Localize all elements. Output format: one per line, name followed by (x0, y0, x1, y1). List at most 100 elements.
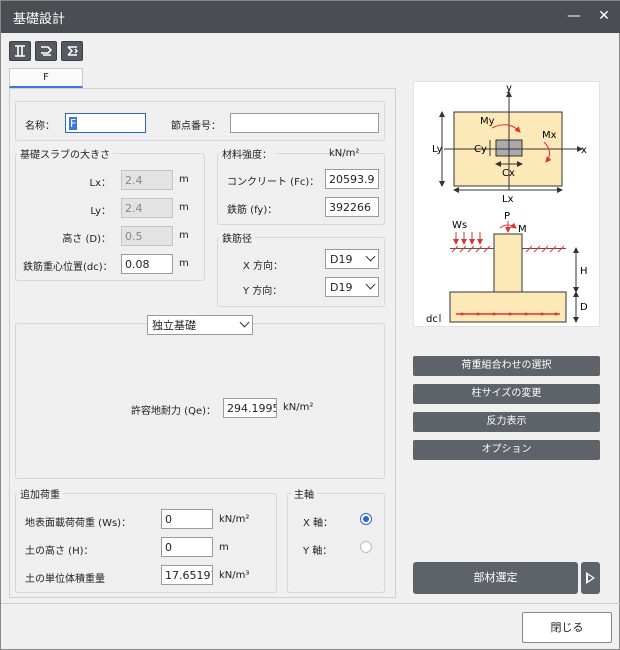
foundation-type-group (15, 323, 385, 479)
rebar-dot-4 (508, 312, 512, 316)
column-icon (15, 45, 25, 57)
rebar-y-label: Y 方向： (243, 286, 283, 297)
dc-text: dc (426, 314, 438, 325)
h-text: H (580, 266, 588, 277)
rebar-y-select[interactable]: D19 (325, 277, 379, 297)
foundation-design-window: 基礎設計 — ✕ F 名称： F 節点番号： 基礎スラブの大きさ Lx： 2.4… (0, 0, 620, 650)
rebar-dot-2 (476, 312, 480, 316)
section-icon (67, 46, 79, 56)
chevron-down-icon (365, 251, 376, 262)
soil-height-label: 土の高さ (H)： (25, 546, 94, 557)
reaction-display-button[interactable]: 反力表示 (413, 412, 600, 432)
beam-tool-button[interactable] (35, 41, 57, 61)
dc-input[interactable]: 0.08 (121, 254, 173, 274)
lx-input[interactable]: 2.4 (121, 170, 173, 190)
rebar-fy-input[interactable]: 392266 (325, 197, 379, 217)
rebar-dot-5 (524, 312, 528, 316)
ly-unit: m (179, 202, 189, 213)
soil-height-input[interactable]: 0 (161, 537, 213, 557)
window-title: 基礎設計 (13, 12, 66, 27)
lx-label: Lx： (89, 178, 112, 189)
close-button[interactable]: 閉じる (522, 612, 612, 643)
lx-unit: m (179, 174, 189, 185)
x-axis-text: x (581, 145, 587, 156)
play-button[interactable] (581, 562, 600, 594)
mx-text: Mx (542, 130, 557, 141)
rebar-y-value: D19 (330, 281, 353, 294)
surface-load-unit: kN/m² (219, 514, 250, 525)
rebar-diameter-title: 鉄筋径 (219, 230, 255, 245)
allowable-bearing-unit: kN/m² (283, 402, 314, 413)
soil-weight-unit: kN/m³ (219, 570, 250, 581)
slab-size-title: 基礎スラブの大きさ (17, 146, 113, 161)
x-axis-label: X 軸： (303, 518, 334, 529)
d-text: D (580, 302, 588, 313)
close-window-button[interactable]: ✕ (595, 7, 613, 25)
soil-weight-label: 土の単位体積重量 (25, 574, 105, 585)
column-size-button[interactable]: 柱サイズの変更 (413, 384, 600, 404)
allowable-bearing-label: 許容地耐力 (Qe)： (131, 406, 217, 417)
soil-weight-input[interactable]: 17.65197 (161, 565, 213, 585)
tab-f[interactable]: F (9, 68, 83, 88)
column-section (493, 233, 523, 295)
rebar-fy-label: 鉄筋 (fy)： (227, 205, 278, 216)
name-input[interactable]: F (65, 113, 146, 133)
soil-height-unit: m (219, 542, 229, 553)
rebar-x-value: D19 (330, 253, 353, 266)
name-label: 名称： (25, 121, 55, 132)
column-tool-button[interactable] (9, 41, 31, 61)
y-axis-text: y (506, 83, 512, 94)
title-bar: 基礎設計 — ✕ (1, 1, 620, 33)
surface-load-label: 地表面載荷荷重 (Ws)： (25, 518, 132, 529)
cy-text: Cy (474, 144, 487, 155)
material-unit: kN/m² (329, 148, 360, 159)
chevron-down-icon (239, 317, 250, 328)
footer-divider (1, 603, 620, 604)
ws-text: Ws (452, 220, 467, 231)
dc-label: 鉄筋重心位置(dc)： (23, 262, 113, 273)
rebar-dot-6 (540, 312, 544, 316)
rebar-dot-1 (460, 312, 464, 316)
ly-input[interactable]: 2.4 (121, 198, 173, 218)
additional-load-title: 追加荷重 (17, 486, 63, 501)
chevron-down-icon (365, 279, 376, 290)
height-d-input[interactable]: 0.5 (121, 226, 173, 246)
my-text: My (480, 116, 495, 127)
allowable-bearing-input[interactable]: 294.1995 (223, 398, 277, 418)
play-icon-inner (588, 575, 593, 581)
options-button[interactable]: オプション (413, 440, 600, 460)
minimize-button[interactable]: — (565, 7, 583, 25)
dc-unit: m (179, 258, 189, 269)
lx-text: Lx (502, 194, 514, 205)
node-number-label: 節点番号： (171, 121, 221, 132)
cx-text: Cx (502, 168, 515, 179)
ly-label: Ly： (90, 206, 111, 217)
y-axis-label: Y 軸： (303, 546, 333, 557)
main-axis-title: 主軸 (291, 486, 317, 501)
y-axis-radio[interactable] (360, 541, 372, 553)
section-tool-button[interactable] (61, 41, 83, 61)
load-combination-button[interactable]: 荷重組合わせの選択 (413, 356, 600, 376)
m-text: M (518, 224, 527, 235)
p-text: P (504, 211, 510, 222)
footing-section (449, 291, 567, 323)
rebar-dot-7 (554, 312, 558, 316)
x-axis-radio[interactable] (360, 513, 372, 525)
material-strength-title: 材料強度： (219, 146, 275, 161)
height-d-unit: m (179, 230, 189, 241)
ly-text: Ly (432, 144, 443, 155)
rebar-dot-3 (492, 312, 496, 316)
foundation-type-select[interactable]: 独立基礎 (147, 315, 253, 335)
rebar-x-label: X 方向： (243, 261, 284, 272)
foundation-diagram: y x My Mx Ly Cy Cx Lx Ws P M H D dc (413, 81, 600, 327)
concrete-fc-label: コンクリート (Fc)： (227, 177, 320, 188)
beam-icon (41, 46, 53, 56)
surface-load-input[interactable]: 0 (161, 509, 213, 529)
foundation-diagram-svg: y x My Mx Ly Cy Cx Lx Ws P M H D dc (426, 83, 588, 325)
rebar-x-select[interactable]: D19 (325, 249, 379, 269)
concrete-fc-input[interactable]: 20593.9 (325, 169, 379, 189)
member-select-button[interactable]: 部材選定 (413, 562, 578, 594)
foundation-type-value: 独立基礎 (152, 319, 196, 332)
height-d-label: 高さ (D)： (62, 234, 111, 245)
node-number-input[interactable] (230, 113, 379, 133)
